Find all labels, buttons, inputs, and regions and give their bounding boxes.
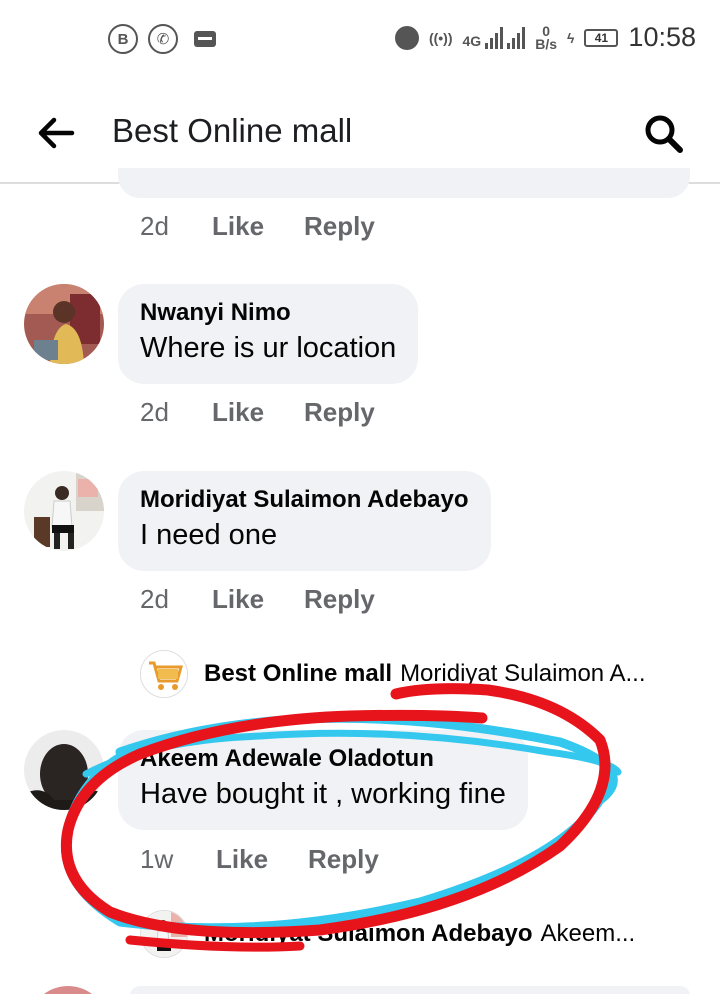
- reply-preview[interactable]: Moridiyat Sulaimon Adebayo Akeem...: [140, 910, 635, 958]
- like-button[interactable]: Like: [216, 844, 308, 875]
- hotspot-icon: ((•)): [428, 29, 453, 46]
- alarm-icon: [394, 25, 419, 50]
- search-icon[interactable]: [642, 112, 686, 156]
- comment-time: 2d: [140, 397, 169, 427]
- clock: 10:58: [628, 22, 696, 52]
- avatar[interactable]: [24, 284, 104, 364]
- comment-text: I need one: [140, 519, 278, 551]
- comment-bubble: Moridiyat Sulaimon Adebayo I need one: [118, 471, 491, 571]
- avatar: [140, 910, 188, 958]
- reply-author: Best Online mall: [204, 660, 393, 687]
- comment-bubble: Nwanyi Nimo Where is ur location: [118, 284, 419, 384]
- status-right-icons: ((•)) 4G 0 B/s ϟ 41 10:58: [394, 22, 696, 53]
- comment-text: Where is ur location: [140, 332, 397, 364]
- shopping-cart-icon: [140, 650, 188, 698]
- comment-time: 2d: [140, 584, 169, 614]
- comment-bubble: Akeem Adewale Oladotun Have bought it , …: [118, 730, 528, 830]
- reply-preview-text: Akeem...: [540, 920, 636, 947]
- message-icon: [194, 31, 216, 47]
- charging-icon: ϟ: [567, 29, 575, 46]
- reply-preview[interactable]: Best Online mall Moridiyat Sulaimon A...: [140, 650, 646, 698]
- comment-actions: 2d Like Reply: [140, 584, 375, 615]
- reply-author: Moridiyat Sulaimon Adebayo: [204, 920, 533, 947]
- battery-icon: 41: [584, 28, 619, 47]
- reply-button[interactable]: Reply: [304, 397, 375, 428]
- comment-actions: 2d Like Reply: [140, 211, 375, 242]
- reply-button[interactable]: Reply: [304, 211, 375, 242]
- comment-author[interactable]: Akeem Adewale Oladotun: [140, 744, 506, 774]
- comment-bubble-next: [130, 986, 690, 994]
- page-title: Best Online mall: [112, 112, 353, 149]
- signal-2-icon: [507, 26, 526, 49]
- like-button[interactable]: Like: [212, 584, 304, 615]
- status-bar: B ✆ ((•)) 4G 0 B/s ϟ 41 10:58: [0, 0, 720, 80]
- whatsapp-icon: ✆: [148, 24, 178, 54]
- speed-unit: B/s: [535, 35, 557, 52]
- comment-text: Have bought it , working fine: [140, 778, 506, 810]
- like-button[interactable]: Like: [212, 397, 304, 428]
- reply-button[interactable]: Reply: [308, 844, 379, 875]
- battery-level: 41: [594, 30, 609, 45]
- status-left-icons: B ✆: [108, 24, 216, 54]
- b-icon: B: [108, 24, 138, 54]
- avatar[interactable]: [24, 471, 104, 551]
- reply-preview-text: Moridiyat Sulaimon A...: [400, 660, 646, 687]
- avatar-next: [28, 986, 108, 994]
- avatar[interactable]: [24, 730, 104, 810]
- comment-time: 2d: [140, 211, 169, 241]
- network-type: 4G: [462, 32, 482, 49]
- comment-author[interactable]: Nwanyi Nimo: [140, 298, 396, 328]
- signal-1-icon: [485, 26, 504, 49]
- comment-author[interactable]: Moridiyat Sulaimon Adebayo: [140, 485, 469, 515]
- comment-actions: 2d Like Reply: [140, 397, 375, 428]
- comment-time: 1w: [140, 844, 174, 874]
- back-arrow-icon[interactable]: [36, 116, 76, 150]
- comment-actions: 1w Like Reply: [140, 844, 379, 875]
- comment-bubble-previous: [118, 168, 690, 198]
- like-button[interactable]: Like: [212, 211, 304, 242]
- reply-button[interactable]: Reply: [304, 584, 375, 615]
